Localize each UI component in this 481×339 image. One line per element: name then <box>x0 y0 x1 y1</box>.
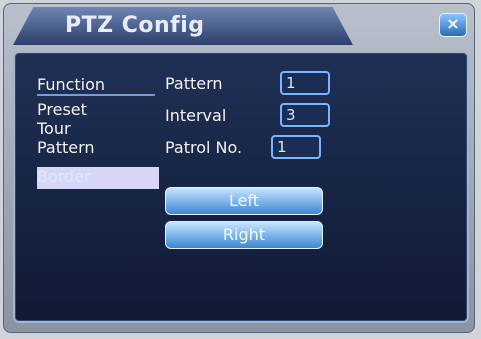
patrol-row: Patrol No. 1 <box>165 135 375 163</box>
left-button[interactable]: Left <box>165 187 323 215</box>
pattern-input[interactable]: 1 <box>280 71 330 95</box>
pattern-form: Pattern 1 Interval 3 Patrol No. 1 <box>165 71 375 167</box>
interval-input[interactable]: 3 <box>280 103 330 127</box>
pattern-label: Pattern <box>165 74 223 93</box>
menu-item-border[interactable]: Border <box>37 167 159 189</box>
title-bar: PTZ Config × <box>3 3 475 47</box>
menu-item-tour[interactable]: Tour <box>37 119 167 138</box>
interval-row: Interval 3 <box>165 103 375 131</box>
window-frame: PTZ Config × Function Preset Tour Patter… <box>3 3 475 333</box>
window-title: PTZ Config <box>65 13 205 38</box>
function-menu: Function Preset Tour Pattern Border <box>37 75 167 189</box>
menu-item-preset[interactable]: Preset <box>37 100 167 119</box>
pattern-row: Pattern 1 <box>165 71 375 99</box>
right-button[interactable]: Right <box>165 221 323 249</box>
interval-label: Interval <box>165 106 227 125</box>
ptz-config-panel: Function Preset Tour Pattern Border Patt… <box>13 51 469 323</box>
patrol-label: Patrol No. <box>165 138 243 157</box>
menu-item-pattern[interactable]: Pattern <box>37 138 167 157</box>
menu-item-function: Function <box>37 75 155 96</box>
close-icon[interactable]: × <box>439 13 467 37</box>
patrol-input[interactable]: 1 <box>271 135 321 159</box>
